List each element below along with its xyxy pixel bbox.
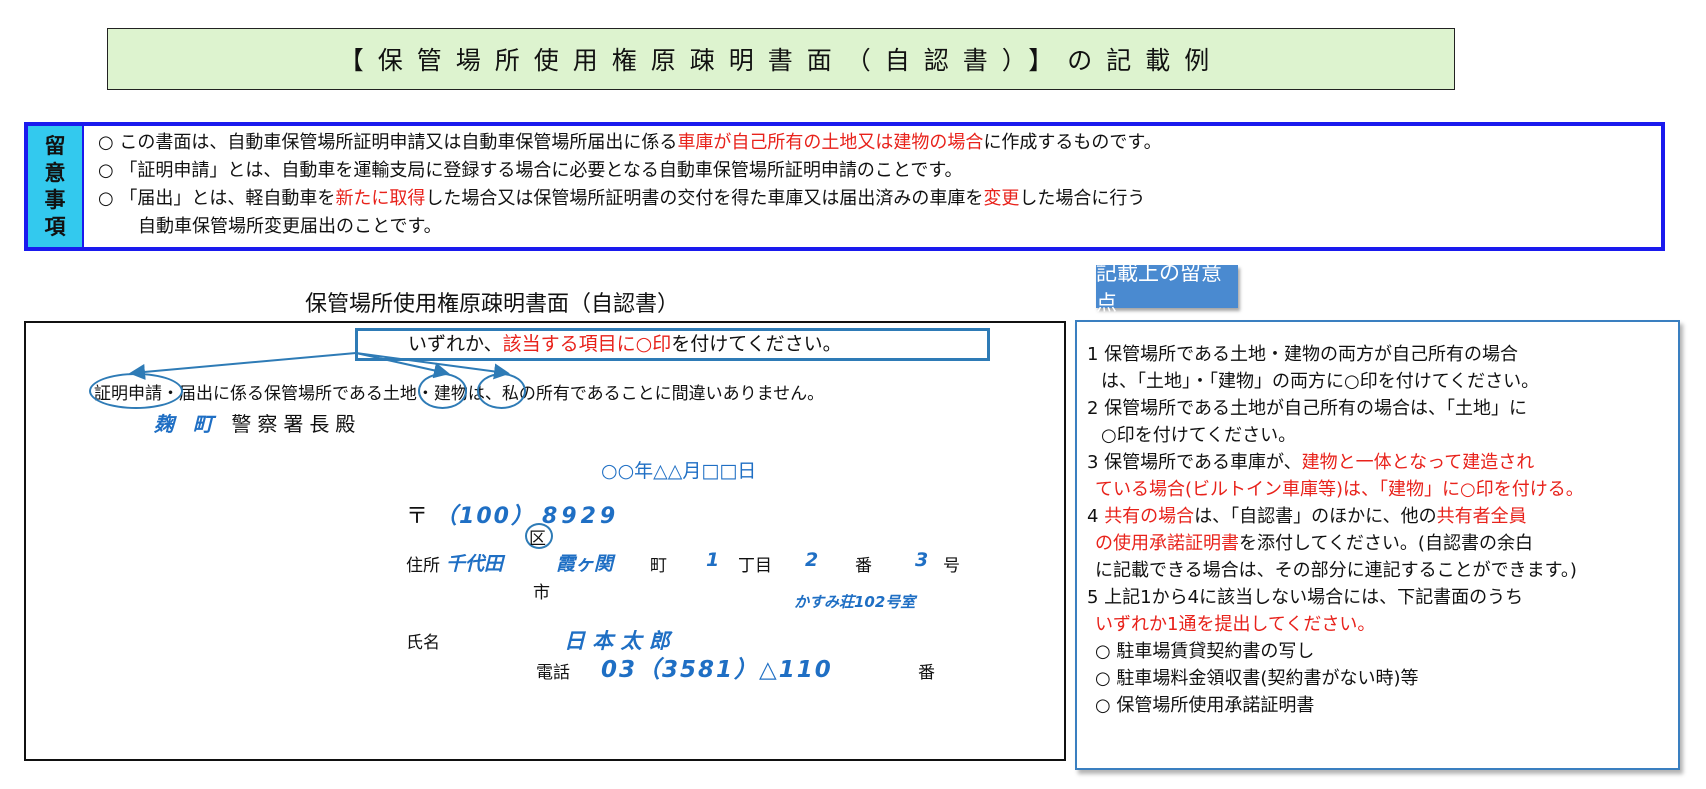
address-label: 住所 xyxy=(406,556,440,576)
address-ban: 番 xyxy=(855,556,872,576)
police-station-name: 麹 町 xyxy=(154,412,219,436)
point-1b: は、「土地」・「建物」の両方に○印を付けてください。 xyxy=(1101,371,1540,392)
circle-mark-certification xyxy=(89,373,183,409)
police-suffix: 警察署長殿 xyxy=(231,412,362,436)
note-line-3: ○ 「届出」とは、軽自動車を新たに取得した場合又は保管場所証明書の交付を得た車庫… xyxy=(98,184,1145,210)
statement-text: ・届出に係る保管場所である xyxy=(162,384,383,404)
option-3: ○ 保管場所使用承諾証明書 xyxy=(1095,695,1315,716)
point-4a: 4 共有の場合は、「自認書」のほかに、他の共有者全員 xyxy=(1087,502,1527,528)
notes-tag-char: 項 xyxy=(44,214,66,239)
notes-panel: 留 意 事 項 ○ この書面は、自動車保管場所証明申請又は自動車保管場所届出に係… xyxy=(24,122,1665,251)
note-text: ○ 「届出」とは、軽自動車を xyxy=(98,188,336,209)
note-highlight: 新たに取得 xyxy=(335,188,426,209)
postal-mark: 〒 xyxy=(406,504,429,529)
address-building: かすみ荘102号室 xyxy=(794,593,916,611)
address-go-number: 3 xyxy=(915,549,929,571)
notes-tag: 留 意 事 項 xyxy=(28,126,84,247)
note-line-4: 自動車保管場所変更届出のことです。 xyxy=(138,216,442,237)
address-chome-number: 1 xyxy=(706,549,720,571)
address-town: 霞ヶ関 xyxy=(556,553,614,575)
addressee: 麹 町 警察署長殿 xyxy=(154,408,361,437)
note-highlight: 車庫が自己所有の土地又は建物の場合 xyxy=(677,132,984,153)
point-4c: に記載できる場合は、その部分に連記することができます。) xyxy=(1095,560,1577,581)
note-text: した場合又は保管場所証明書の交付を得た車庫又は届出済みの車庫を xyxy=(425,188,984,209)
point-4b: の使用承諾証明書を添付してください。(自認書の余白 xyxy=(1095,529,1533,555)
document-form: いずれか、該当する項目に○印を付けてください。 証明申請・届出に係る保管場所であ… xyxy=(24,321,1066,761)
note-text: に作成するものです。 xyxy=(983,132,1162,153)
postal-code-prefix: （100） xyxy=(435,504,535,529)
address-city: 千代田 xyxy=(446,553,504,575)
notes-tag-char: 留 xyxy=(44,133,66,158)
point-3b: ている場合(ビルトイン車庫等)は、「建物」に○印を付ける。 xyxy=(1095,479,1584,500)
points-label: 記載上の留意点 xyxy=(1096,261,1238,315)
point-highlight: 共有者全員 xyxy=(1436,506,1527,527)
note-line-1: ○ この書面は、自動車保管場所証明申請又は自動車保管場所届出に係る車庫が自己所有… xyxy=(98,128,1162,154)
address-ban-number: 2 xyxy=(805,549,819,571)
document-heading: 保管場所使用権原疎明書面（自認書） xyxy=(305,292,680,317)
point-text: 3 保管場所である車庫が、 xyxy=(1087,452,1302,473)
point-3a: 3 保管場所である車庫が、建物と一体となって建造され xyxy=(1087,448,1534,474)
phone-suffix: 番 xyxy=(918,663,935,683)
address-machi: 町 xyxy=(650,556,667,576)
city-mark: 市 xyxy=(533,583,550,603)
point-highlight: 共有の場合 xyxy=(1104,506,1195,527)
circle-mark-land xyxy=(418,373,467,409)
note-highlight: 変更 xyxy=(983,188,1020,209)
note-line-2: ○ 「証明申請」とは、自動車を運輸支局に登録する場合に必要となる自動車保管場所証… xyxy=(98,160,963,181)
points-panel: 1 保管場所である土地・建物の両方が自己所有の場合 は、「土地」・「建物」の両方… xyxy=(1075,320,1680,770)
name-label: 氏名 xyxy=(406,633,440,653)
note-text: ○ この書面は、自動車保管場所証明申請又は自動車保管場所届出に係る xyxy=(98,132,678,153)
date-field: ○○年△△月□□日 xyxy=(601,460,757,482)
notes-tag-char: 事 xyxy=(44,187,66,212)
address-go: 号 xyxy=(943,556,960,576)
point-2b: ○印を付けてください。 xyxy=(1101,425,1297,446)
point-highlight: 建物と一体となって建造され xyxy=(1301,452,1535,473)
ward-mark: 区 xyxy=(529,529,546,549)
point-2a: 2 保管場所である土地が自己所有の場合は、「土地」に xyxy=(1087,398,1527,419)
address-chome: 丁目 xyxy=(738,556,772,576)
postal-code-suffix: 8929 xyxy=(541,504,620,529)
phone-label: 電話 xyxy=(536,663,570,683)
circle-mark-building xyxy=(477,373,526,409)
notes-tag-char: 意 xyxy=(44,160,66,185)
point-5b: いずれか1通を提出してください。 xyxy=(1095,614,1376,635)
point-text: 4 xyxy=(1087,506,1105,527)
phone-value: 03（3581）△110 xyxy=(601,657,833,683)
point-text: を添付してください。(自認書の余白 xyxy=(1239,533,1533,554)
point-1a: 1 保管場所である土地・建物の両方が自己所有の場合 xyxy=(1087,344,1518,365)
page-title: 【保管場所使用権原疎明書面（自認書）】の記載例 xyxy=(107,28,1455,90)
point-5a: 5 上記1から4に該当しない場合には、下記書面のうち xyxy=(1087,587,1524,608)
statement-option-land: 土地 xyxy=(382,384,417,404)
option-2: ○ 駐車場料金領収書(契約書がない時)等 xyxy=(1095,668,1419,689)
point-highlight: の使用承諾証明書 xyxy=(1095,533,1239,554)
option-1: ○ 駐車場賃貸契約書の写し xyxy=(1095,641,1315,662)
postal-code: 〒 （100） 8929 xyxy=(406,498,619,530)
note-text: した場合に行う xyxy=(1019,188,1146,209)
point-text: は、「自認書」のほかに、他の xyxy=(1194,506,1437,527)
